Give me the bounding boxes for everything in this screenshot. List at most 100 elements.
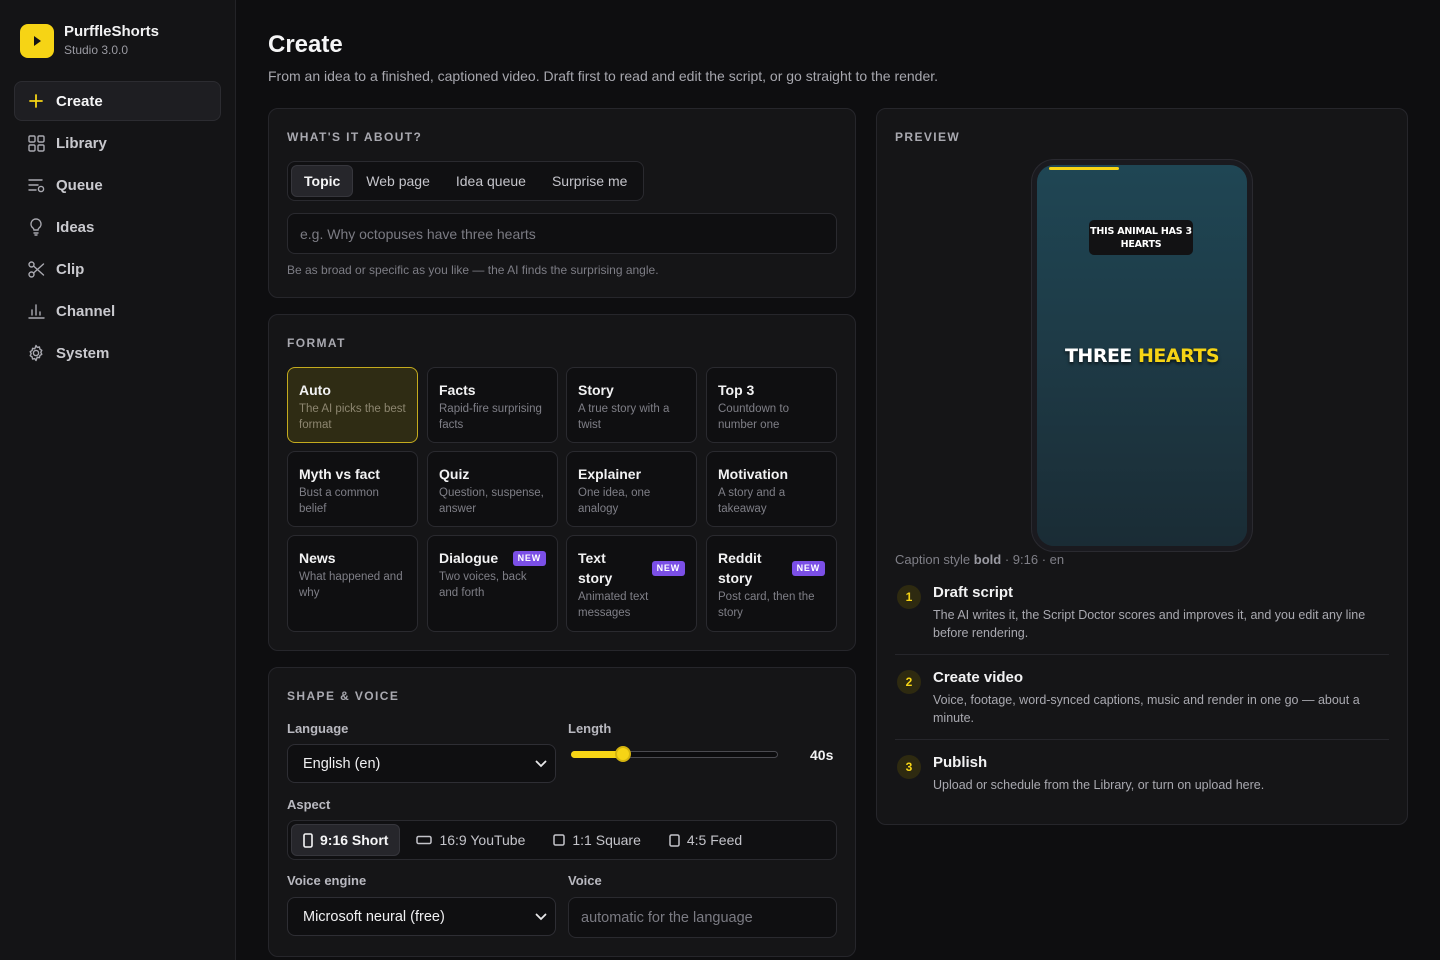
step-title: Publish — [933, 754, 988, 771]
format-card: FORMAT Auto The AI picks the best format… — [268, 314, 856, 651]
sidebar-item-label: Create — [56, 92, 103, 110]
format-option-facts[interactable]: Facts Rapid-fire surprising facts — [427, 367, 558, 443]
aspect-option-16-9[interactable]: 16:9 YouTube — [404, 824, 537, 856]
format-title: Dialogue — [439, 550, 499, 566]
sidebar-item-channel[interactable]: Channel — [14, 291, 221, 331]
sidebar-item-label: Queue — [56, 176, 103, 194]
feed-frame-icon — [669, 833, 680, 847]
format-title: Facts — [439, 382, 476, 398]
slider-thumb[interactable] — [614, 746, 631, 762]
caption-style-rest: · 9:16 · en — [1004, 552, 1065, 567]
phone-preview: THIS ANIMAL HAS 3 HEARTS THREE HEARTS — [1032, 160, 1252, 551]
sidebar: PurffleShorts Studio 3.0.0 Create Librar… — [0, 0, 236, 960]
gear-icon — [27, 344, 45, 362]
sidebar-item-create[interactable]: Create — [14, 81, 221, 121]
tab-idea-queue[interactable]: Idea queue — [443, 165, 539, 197]
step-draft-script[interactable]: 1 Draft script The AI writes it, the Scr… — [895, 584, 1389, 644]
tab-web-page[interactable]: Web page — [353, 165, 443, 197]
aspect-option-4-5[interactable]: 4:5 Feed — [657, 824, 754, 856]
step-desc: The AI writes it, the Script Doctor scor… — [933, 608, 1366, 640]
page-title: Create — [268, 31, 343, 58]
voice-label: Voice — [568, 873, 602, 888]
caption-style-prefix: Caption style — [895, 552, 971, 567]
format-title: News — [299, 550, 336, 566]
hook-card: THIS ANIMAL HAS 3 HEARTS — [1089, 220, 1193, 255]
format-option-quiz[interactable]: Quiz Question, suspense, answer — [427, 451, 558, 527]
step-number: 2 — [897, 670, 921, 694]
bar-chart-icon — [27, 302, 45, 320]
playback-progress — [1049, 167, 1119, 170]
format-desc: One idea, one analogy — [578, 487, 651, 515]
grid-icon — [27, 134, 45, 152]
topic-input[interactable] — [287, 213, 837, 254]
format-option-top-3[interactable]: Top 3 Countdown to number one — [706, 367, 837, 443]
voice-engine-label: Voice engine — [287, 873, 367, 888]
format-desc: A story and a takeaway — [718, 487, 786, 515]
format-desc: Countdown to number one — [718, 403, 789, 431]
tab-surprise-me[interactable]: Surprise me — [539, 165, 640, 197]
voice-engine-value: Microsoft neural (free) — [303, 908, 445, 925]
sidebar-item-clip[interactable]: Clip — [14, 249, 221, 289]
queue-icon — [27, 176, 45, 194]
topic-source-tabs: Topic Web page Idea queue Surprise me — [287, 161, 645, 201]
format-title: Explainer — [578, 466, 642, 482]
topic-heading: WHAT'S IT ABOUT? — [287, 130, 423, 144]
voice-engine-select[interactable]: Microsoft neural (free) — [287, 897, 556, 936]
aspect-label-text: 9:16 Short — [320, 832, 389, 848]
app-name: PurffleShorts — [64, 23, 160, 40]
format-option-motivation[interactable]: Motivation A story and a takeaway — [706, 451, 837, 527]
sidebar-item-label: System — [56, 344, 110, 362]
sidebar-nav: Create Library Queue Ideas Clip Channel … — [14, 81, 221, 375]
step-number: 1 — [897, 585, 921, 609]
caption-text: THREE HEARTS — [1037, 345, 1247, 367]
length-slider[interactable] — [571, 746, 778, 762]
format-desc: A true story with a twist — [578, 403, 670, 431]
format-title: Text story — [578, 550, 613, 586]
portrait-frame-icon — [303, 832, 313, 848]
sidebar-item-ideas[interactable]: Ideas — [14, 207, 221, 247]
format-option-dialogue[interactable]: Dialogue NEW Two voices, back and forth — [427, 535, 558, 632]
format-option-explainer[interactable]: Explainer One idea, one analogy — [566, 451, 697, 527]
page-subtitle: From an idea to a finished, captioned vi… — [268, 68, 939, 84]
topic-hint: Be as broad or specific as you like — th… — [287, 263, 659, 277]
format-option-auto[interactable]: Auto The AI picks the best format — [287, 367, 418, 443]
play-logo-icon — [20, 23, 54, 58]
shape-voice-card: SHAPE & VOICE Language English (en) Leng… — [268, 667, 856, 957]
format-desc: Bust a common belief — [299, 487, 379, 515]
language-select[interactable]: English (en) — [287, 744, 556, 783]
aspect-option-1-1[interactable]: 1:1 Square — [541, 824, 653, 856]
caption-word: THREE — [1064, 345, 1132, 367]
shape-heading: SHAPE & VOICE — [287, 689, 400, 703]
step-create-video[interactable]: 2 Create video Voice, footage, word-sync… — [895, 669, 1389, 729]
sidebar-item-queue[interactable]: Queue — [14, 165, 221, 205]
format-desc: Rapid-fire surprising facts — [439, 403, 542, 431]
sidebar-item-label: Channel — [56, 302, 116, 320]
aspect-label-text: 16:9 YouTube — [439, 832, 526, 848]
format-title: Story — [578, 382, 614, 398]
landscape-frame-icon — [416, 835, 433, 845]
sidebar-item-library[interactable]: Library — [14, 123, 221, 163]
format-option-news[interactable]: News What happened and why — [287, 535, 418, 632]
brand[interactable]: PurffleShorts Studio 3.0.0 — [20, 23, 159, 58]
format-desc: Post card, then the story — [718, 591, 815, 619]
format-option-reddit-story[interactable]: Reddit story NEW Post card, then the stor… — [706, 535, 837, 632]
caption-style-meta: Caption style bold · 9:16 · en — [895, 552, 1064, 567]
aspect-option-9-16[interactable]: 9:16 Short — [291, 824, 401, 856]
voice-input[interactable] — [568, 897, 837, 938]
step-publish[interactable]: 3 Publish Upload or schedule from the Li… — [895, 754, 1389, 798]
aspect-options: 9:16 Short 16:9 YouTube 1:1 Square 4:5 F… — [287, 820, 837, 860]
sidebar-item-label: Library — [56, 134, 107, 152]
tab-topic[interactable]: Topic — [291, 165, 354, 197]
chevron-down-icon — [535, 756, 547, 772]
app-version: Studio 3.0.0 — [64, 43, 129, 57]
format-option-story[interactable]: Story A true story with a twist — [566, 367, 697, 443]
language-label: Language — [287, 721, 349, 736]
aspect-label: Aspect — [287, 797, 331, 812]
format-option-myth-vs-fact[interactable]: Myth vs fact Bust a common belief — [287, 451, 418, 527]
format-option-text-story[interactable]: Text story NEW Animated text messages — [566, 535, 697, 632]
aspect-label-text: 1:1 Square — [572, 832, 641, 848]
topic-card: WHAT'S IT ABOUT? Topic Web page Idea que… — [268, 108, 856, 298]
format-desc: The AI picks the best format — [299, 403, 406, 431]
sidebar-item-system[interactable]: System — [14, 333, 221, 373]
square-frame-icon — [553, 834, 566, 846]
